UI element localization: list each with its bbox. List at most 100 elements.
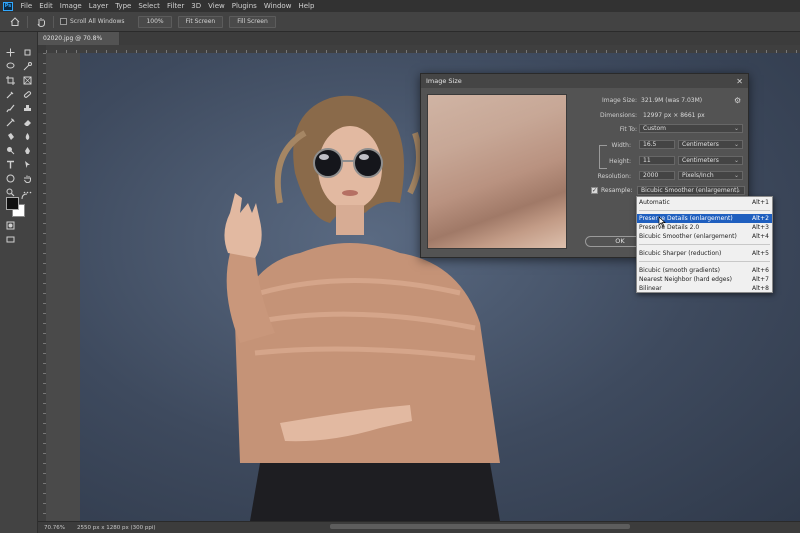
menu-item-label: Automatic <box>639 199 670 206</box>
divider <box>27 15 28 28</box>
menu-item-label: Bicubic (smooth gradients) <box>639 267 721 274</box>
resample-checkbox[interactable]: ✓ <box>591 187 598 194</box>
resolution-unit-select[interactable]: Pixels/Inch ⌄ <box>678 171 743 180</box>
eraser-icon[interactable] <box>21 117 33 128</box>
menu-layer[interactable]: Layer <box>85 0 112 12</box>
horizontal-scrollbar[interactable] <box>330 524 630 529</box>
width-unit-value: Centimeters <box>682 141 719 148</box>
menu-help[interactable]: Help <box>295 0 318 12</box>
menu-separator <box>639 244 770 245</box>
chevron-down-icon: ⌄ <box>733 172 739 179</box>
brush-tool-icon[interactable] <box>4 103 16 114</box>
history-brush-icon[interactable] <box>4 117 16 128</box>
eyedropper-icon[interactable] <box>4 89 16 100</box>
resolution-unit-value: Pixels/Inch <box>682 172 714 179</box>
menu-separator <box>639 261 770 262</box>
menu-file[interactable]: File <box>17 0 36 12</box>
horizontal-ruler <box>46 45 800 53</box>
document-info[interactable]: 2550 px x 1280 px (300 ppi) <box>71 525 156 531</box>
blur-tool-icon[interactable] <box>21 131 33 142</box>
checkbox-box[interactable] <box>60 18 67 25</box>
home-icon[interactable] <box>8 15 21 28</box>
ellipse-tool-icon[interactable] <box>4 173 16 184</box>
close-icon[interactable]: ✕ <box>736 77 743 86</box>
menu-select[interactable]: Select <box>135 0 164 12</box>
mouse-cursor-icon <box>658 216 666 227</box>
tools-panel <box>0 32 38 533</box>
tab-strip <box>120 32 800 45</box>
divider <box>53 15 54 28</box>
height-unit-select[interactable]: Centimeters ⌄ <box>678 156 743 165</box>
menu-item-bicubic-smoother[interactable]: Bicubic Smoother (enlargement) Alt+4 <box>637 232 772 241</box>
dimensions-label: Dimensions: <box>599 112 637 119</box>
menu-bar: Ps File Edit Image Layer Type Select Fil… <box>0 0 800 12</box>
photoshop-logo: Ps <box>3 1 13 11</box>
zoom-level[interactable]: 70.76% <box>38 525 71 531</box>
menu-view[interactable]: View <box>205 0 229 12</box>
menu-item-bilinear[interactable]: Bilinear Alt+8 <box>637 284 772 293</box>
chevron-down-icon: ⌄ <box>733 141 739 148</box>
menu-item-automatic[interactable]: Automatic Alt+1 <box>637 198 772 207</box>
options-bar: Scroll All Windows 100% Fit Screen Fill … <box>0 12 800 32</box>
resolution-input[interactable]: 2000 <box>639 171 675 180</box>
spot-healing-icon[interactable] <box>21 89 33 100</box>
menu-window[interactable]: Window <box>260 0 295 12</box>
menu-item-shortcut: Alt+8 <box>752 285 769 292</box>
frame-tool-icon[interactable] <box>21 75 33 86</box>
fit-screen-button[interactable]: Fit Screen <box>177 15 224 28</box>
swap-colors-icon[interactable] <box>20 192 28 200</box>
screen-mode-icon[interactable] <box>4 234 16 245</box>
hand-icon[interactable] <box>21 173 33 184</box>
gradient-tool-icon[interactable] <box>4 131 16 142</box>
lasso-tool-icon[interactable] <box>4 61 16 72</box>
menu-item-label: Preserve Details (enlargement) <box>639 215 733 222</box>
dodge-tool-icon[interactable] <box>4 145 16 156</box>
path-selection-icon[interactable] <box>21 159 33 170</box>
menu-3d[interactable]: 3D <box>188 0 205 12</box>
width-input[interactable]: 16.5 <box>639 140 675 149</box>
resolution-label: Resolution: <box>597 173 631 180</box>
dialog-title-bar[interactable]: Image Size ✕ <box>421 74 748 88</box>
clone-stamp-icon[interactable] <box>21 103 33 114</box>
resample-select[interactable]: Bicubic Smoother (enlargement) ⌄ <box>637 186 745 195</box>
menu-item-bicubic-sharper[interactable]: Bicubic Sharper (reduction) Alt+5 <box>637 249 772 258</box>
width-label: Width: <box>611 142 631 149</box>
image-size-value: 321.9M (was 7.03M) <box>641 97 703 104</box>
menu-type[interactable]: Type <box>112 0 135 12</box>
menu-item-shortcut: Alt+5 <box>752 250 769 257</box>
zoom-100-button[interactable]: 100% <box>138 15 172 28</box>
vertical-ruler <box>38 53 46 521</box>
menu-item-label: Preserve Details 2.0 <box>639 224 700 231</box>
gear-icon[interactable]: ⚙ <box>734 96 741 105</box>
move-tool-icon[interactable] <box>4 47 16 58</box>
pen-tool-icon[interactable] <box>21 145 33 156</box>
fit-to-label: Fit To: <box>619 126 637 133</box>
menu-plugins[interactable]: Plugins <box>228 0 260 12</box>
fill-screen-button[interactable]: Fill Screen <box>229 15 276 28</box>
resample-dropdown-menu: Automatic Alt+1 Preserve Details (enlarg… <box>636 196 773 293</box>
menu-edit[interactable]: Edit <box>36 0 57 12</box>
crop-tool-icon[interactable] <box>4 75 16 86</box>
menu-filter[interactable]: Filter <box>163 0 187 12</box>
menu-item-label: Bilinear <box>639 285 662 292</box>
menu-item-nearest-neighbor[interactable]: Nearest Neighbor (hard edges) Alt+7 <box>637 275 772 284</box>
scroll-all-windows-checkbox[interactable]: Scroll All Windows <box>60 18 124 25</box>
artboard-tool-icon[interactable] <box>21 47 33 58</box>
type-tool-icon[interactable] <box>4 159 16 170</box>
menu-item-bicubic[interactable]: Bicubic (smooth gradients) Alt+6 <box>637 266 772 275</box>
menu-item-label: Bicubic Smoother (enlargement) <box>639 233 737 240</box>
image-preview[interactable] <box>427 94 567 249</box>
hand-tool-icon <box>34 15 47 28</box>
height-input[interactable]: 11 <box>639 156 675 165</box>
menu-image[interactable]: Image <box>56 0 85 12</box>
quick-selection-icon[interactable] <box>21 61 33 72</box>
menu-item-shortcut: Alt+1 <box>752 199 769 206</box>
image-size-label: Image Size: <box>601 97 637 104</box>
fit-to-select[interactable]: Custom ⌄ <box>639 124 743 133</box>
menu-item-shortcut: Alt+6 <box>752 267 769 274</box>
width-unit-select[interactable]: Centimeters ⌄ <box>678 140 743 149</box>
menu-separator <box>639 210 770 211</box>
document-tab[interactable]: 02020.jpg @ 70.8% (RGB/8) <box>38 32 120 55</box>
quick-mask-icon[interactable] <box>4 220 16 231</box>
foreground-color-swatch[interactable] <box>6 197 19 210</box>
